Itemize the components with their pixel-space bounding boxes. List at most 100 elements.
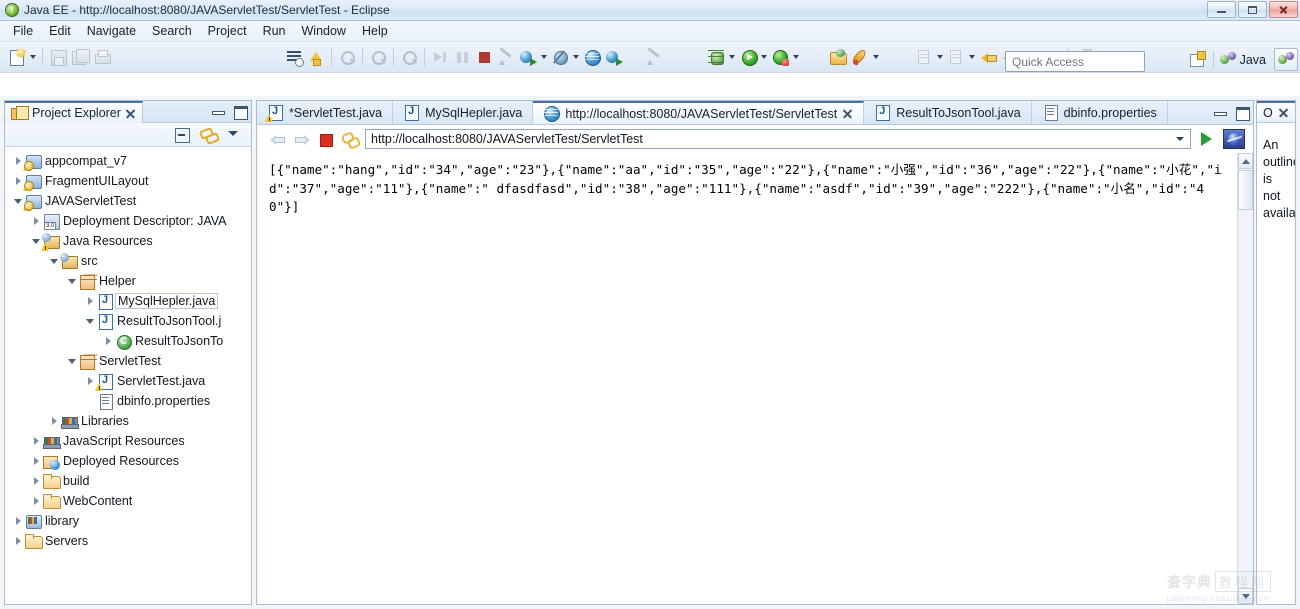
print-button[interactable]: [91, 46, 113, 68]
suspend-button[interactable]: [451, 46, 473, 68]
collapse-all-icon[interactable]: [174, 126, 191, 143]
editor-tab[interactable]: dbinfo.properties: [1032, 101, 1168, 124]
editor-tab[interactable]: *ServletTest.java: [257, 101, 394, 124]
tree-item[interactable]: ServletTest: [5, 351, 251, 371]
terminate-button[interactable]: [473, 46, 495, 68]
stop-icon[interactable]: [317, 130, 335, 148]
new-document-dropdown[interactable]: [28, 46, 38, 68]
quick-access-input[interactable]: [1012, 54, 1144, 69]
twisty-expanded-icon[interactable]: [65, 351, 79, 371]
perspective-java-button[interactable]: Java: [1218, 49, 1270, 70]
open-type-button[interactable]: [827, 46, 849, 68]
twisty-collapsed-icon[interactable]: [29, 471, 43, 491]
chevron-down-icon[interactable]: [1172, 130, 1188, 148]
pencil-button[interactable]: [643, 46, 665, 68]
close-icon[interactable]: [1278, 107, 1289, 118]
tree-item[interactable]: WebContent: [5, 491, 251, 511]
twisty-expanded-icon[interactable]: [47, 251, 61, 271]
toggle-markoccurrences-button[interactable]: [283, 46, 305, 68]
twisty-collapsed-icon[interactable]: [29, 211, 43, 231]
tree-item[interactable]: MySqlHepler.java: [5, 291, 251, 311]
disconnect-button[interactable]: [495, 46, 517, 68]
next-annotation-button[interactable]: [398, 46, 420, 68]
tree-item[interactable]: Helper: [5, 271, 251, 291]
tree-item[interactable]: ResultToJsonTo: [5, 331, 251, 351]
next-edit-dropdown[interactable]: [935, 46, 945, 68]
twisty-expanded-icon[interactable]: [65, 271, 79, 291]
scroll-thumb[interactable]: [1238, 170, 1253, 210]
tree-item[interactable]: dbinfo.properties: [5, 391, 251, 411]
search-button[interactable]: [336, 46, 358, 68]
tree-item[interactable]: JAVAServletTest: [5, 191, 251, 211]
tab-outline[interactable]: O: [1257, 101, 1295, 123]
minimize-button[interactable]: [1207, 1, 1236, 18]
twisty-collapsed-icon[interactable]: [11, 531, 25, 551]
twisty-collapsed-icon[interactable]: [11, 511, 25, 531]
tree-item[interactable]: Java Resources: [5, 231, 251, 251]
open-external-browser-icon[interactable]: [1223, 129, 1245, 149]
perspective-javaee-button[interactable]: [1274, 48, 1298, 71]
menu-edit[interactable]: Edit: [41, 22, 79, 40]
menu-file[interactable]: File: [5, 22, 41, 40]
minimize-icon[interactable]: [211, 104, 225, 118]
save-button[interactable]: [47, 46, 69, 68]
open-web-browser-button[interactable]: [517, 46, 539, 68]
url-input[interactable]: [371, 132, 1172, 146]
new-java-package-button[interactable]: [849, 46, 871, 68]
debug-dropdown[interactable]: [727, 46, 737, 68]
new-document-button[interactable]: [6, 46, 28, 68]
run-button[interactable]: [737, 46, 759, 68]
tree-item[interactable]: src: [5, 251, 251, 271]
globe-button[interactable]: [581, 46, 603, 68]
tree-item[interactable]: build: [5, 471, 251, 491]
new-server-button[interactable]: [549, 46, 571, 68]
previous-edit-button[interactable]: [945, 46, 967, 68]
tree-item[interactable]: Deployed Resources: [5, 451, 251, 471]
new-server-dropdown[interactable]: [571, 46, 581, 68]
editor-tab[interactable]: MySqlHepler.java: [393, 101, 534, 124]
last-edit-button[interactable]: [367, 46, 389, 68]
view-menu-icon[interactable]: [226, 126, 243, 143]
close-button[interactable]: [1269, 1, 1298, 18]
menu-help[interactable]: Help: [354, 22, 396, 40]
next-edit-button[interactable]: [913, 46, 935, 68]
open-perspective-button[interactable]: [1187, 49, 1209, 71]
go-icon[interactable]: [1197, 129, 1217, 149]
tree-item[interactable]: ResultToJsonTool.j: [5, 311, 251, 331]
maximize-button[interactable]: [1238, 1, 1267, 18]
minimize-icon[interactable]: [1213, 105, 1227, 119]
tree-item[interactable]: appcompat_v7: [5, 151, 251, 171]
link-with-editor-icon[interactable]: [200, 126, 217, 143]
back-button[interactable]: [977, 46, 999, 68]
tree-item[interactable]: Servers: [5, 531, 251, 551]
twisty-collapsed-icon[interactable]: [29, 431, 43, 451]
scroll-up-button[interactable]: [1238, 153, 1253, 169]
menu-run[interactable]: Run: [255, 22, 294, 40]
editor-tab[interactable]: ResultToJsonTool.java: [864, 101, 1032, 124]
tree-item[interactable]: library: [5, 511, 251, 531]
build-all-button[interactable]: [305, 46, 327, 68]
menu-project[interactable]: Project: [200, 22, 255, 40]
run-external-tools-button[interactable]: [769, 46, 791, 68]
close-icon[interactable]: [125, 108, 136, 119]
previous-edit-dropdown[interactable]: [967, 46, 977, 68]
nav-forward-icon[interactable]: [293, 130, 311, 148]
page-vertical-scrollbar[interactable]: [1237, 153, 1253, 604]
resume-button[interactable]: [429, 46, 451, 68]
tree-item[interactable]: ServletTest.java: [5, 371, 251, 391]
menu-search[interactable]: Search: [144, 22, 200, 40]
project-tree[interactable]: appcompat_v7 FragmentUILayout JAVAServletT…: [5, 147, 251, 604]
tree-item[interactable]: Libraries: [5, 411, 251, 431]
twisty-collapsed-icon[interactable]: [29, 491, 43, 511]
run-dropdown[interactable]: [759, 46, 769, 68]
twisty-expanded-icon[interactable]: [83, 311, 97, 331]
maximize-icon[interactable]: [233, 104, 248, 120]
tab-project-explorer[interactable]: Project Explorer: [5, 101, 143, 123]
twisty-collapsed-icon[interactable]: [83, 291, 97, 311]
quick-access-field[interactable]: [1005, 51, 1145, 72]
twisty-collapsed-icon[interactable]: [47, 411, 61, 431]
tree-item[interactable]: Deployment Descriptor: JAVA: [5, 211, 251, 231]
run-on-server-button[interactable]: [603, 46, 625, 68]
tree-item[interactable]: JavaScript Resources: [5, 431, 251, 451]
close-icon[interactable]: [842, 108, 853, 119]
